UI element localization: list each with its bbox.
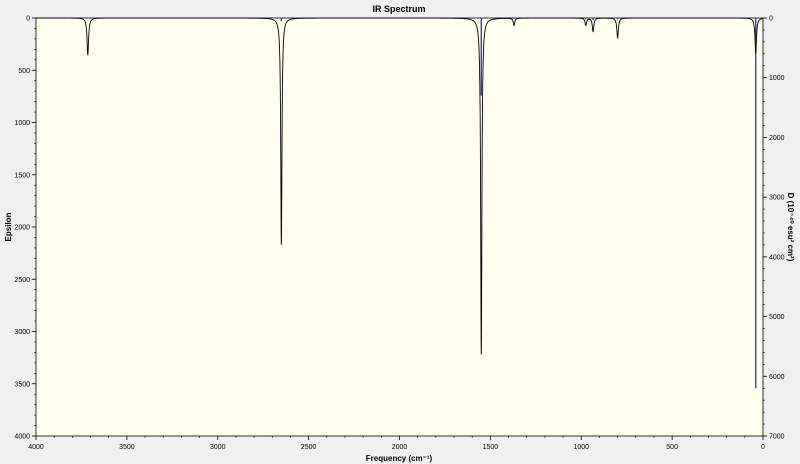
y-axis-label: Epsilon [4,212,13,241]
x-tick-label: 4000 [28,444,44,451]
y-tick-label: 4000 [14,434,30,441]
x-tick-label: 0 [761,444,765,451]
x-tick-label: 500 [666,444,678,451]
y2-tick-label: 2000 [769,135,785,142]
y2-tick-label: 0 [769,16,773,23]
chart-title: IR Spectrum [372,4,425,14]
y2-tick-label: 4000 [769,254,785,261]
y-tick-label: 3000 [14,329,30,336]
y-tick-label: 3500 [14,381,30,388]
y-tick-label: 1000 [14,120,30,127]
x-axis-label: Frequency (cm⁻¹) [366,454,433,463]
y-tick-label: 500 [18,68,30,75]
x-tick-label: 1500 [483,444,499,451]
x-tick-label: 2000 [392,444,408,451]
chart-svg: IR Spectrum Frequency (cm⁻¹) Epsilon D (… [4,4,795,463]
x-tick-label: 2500 [301,444,317,451]
y2-tick-label: 6000 [769,374,785,381]
y-tick-label: 0 [26,16,30,23]
x-tick-label: 3500 [119,444,135,451]
y-tick-label: 1500 [14,172,30,179]
y-tick-label: 2500 [14,277,30,284]
y2-tick-label: 7000 [769,434,785,441]
y2-tick-label: 3000 [769,195,785,202]
x-tick-label: 3000 [210,444,226,451]
y2-axis-label: D (10⁻⁴⁰ esu² cm²) [786,193,795,262]
y-tick-label: 2000 [14,225,30,232]
y2-tick-label: 5000 [769,314,785,321]
plot-area [35,17,764,437]
ir-spectrum-chart: IR Spectrum Frequency (cm⁻¹) Epsilon D (… [0,0,800,464]
y2-tick-label: 1000 [769,75,785,82]
x-tick-label: 1000 [573,444,589,451]
